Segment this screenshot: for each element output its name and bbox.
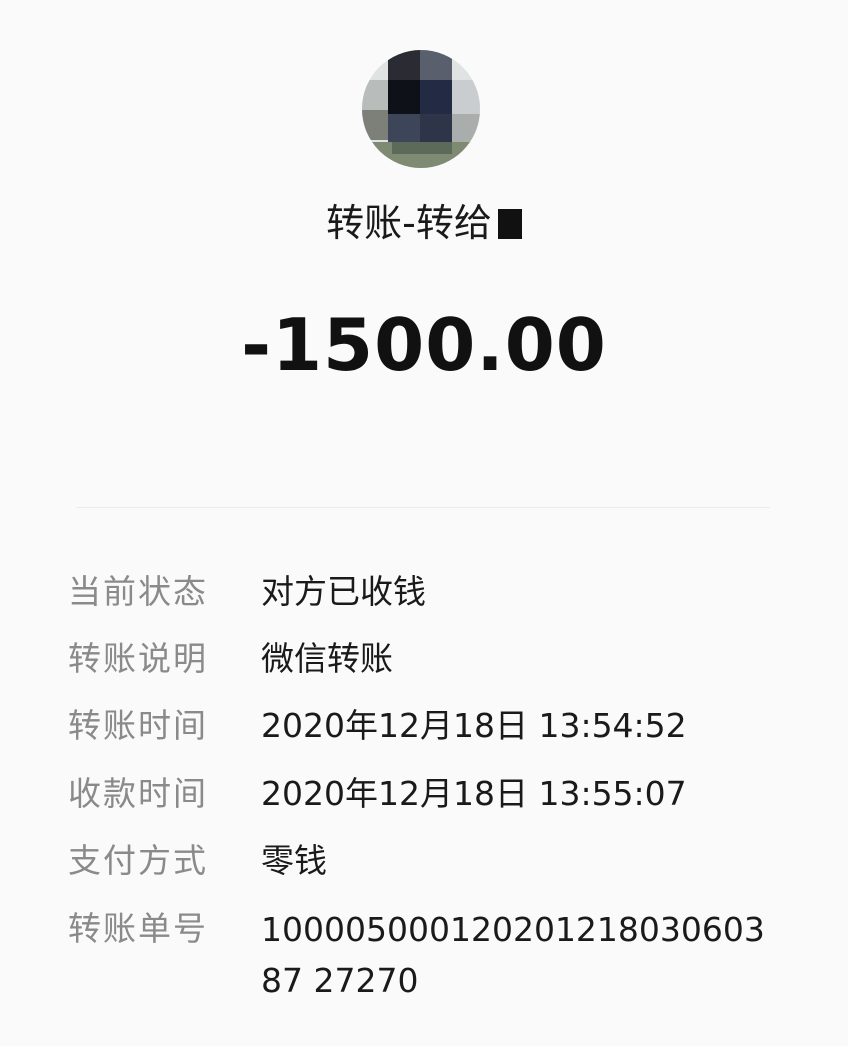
transfer-id-value[interactable]: 10000500012020121803060387 27270 — [261, 904, 781, 1006]
detail-row-transfer-time: 转账时间 2020年12月18日 13:54:52 — [0, 701, 848, 751]
detail-label: 支付方式 — [68, 841, 208, 880]
transfer-title: 转账-转给 — [0, 196, 848, 250]
recipient-avatar — [362, 50, 480, 168]
redacted-recipient-name — [497, 209, 522, 239]
detail-label: 转账说明 — [68, 639, 208, 678]
detail-value: 2020年12月18日 13:55:07 — [261, 774, 687, 813]
detail-value: 对方已收钱 — [261, 572, 426, 611]
detail-row-transfer-id: 转账单号 10000500012020121803060387 27270 — [0, 904, 848, 1000]
transfer-title-text: 转账-转给 — [326, 201, 492, 245]
detail-row-receive-time: 收款时间 2020年12月18日 13:55:07 — [0, 769, 848, 819]
section-divider — [76, 507, 770, 508]
detail-label: 收款时间 — [68, 774, 208, 813]
detail-row-payment-method: 支付方式 零钱 — [0, 836, 848, 886]
detail-row-note: 转账说明 微信转账 — [0, 634, 848, 684]
detail-value: 零钱 — [261, 841, 327, 880]
detail-label: 转账时间 — [68, 706, 208, 745]
detail-value: 微信转账 — [261, 639, 393, 678]
detail-row-status: 当前状态 对方已收钱 — [0, 567, 848, 617]
transfer-amount: -1500.00 — [241, 303, 607, 387]
detail-label: 转账单号 — [68, 909, 208, 948]
detail-label: 当前状态 — [68, 572, 208, 611]
detail-value: 2020年12月18日 13:54:52 — [261, 706, 687, 745]
